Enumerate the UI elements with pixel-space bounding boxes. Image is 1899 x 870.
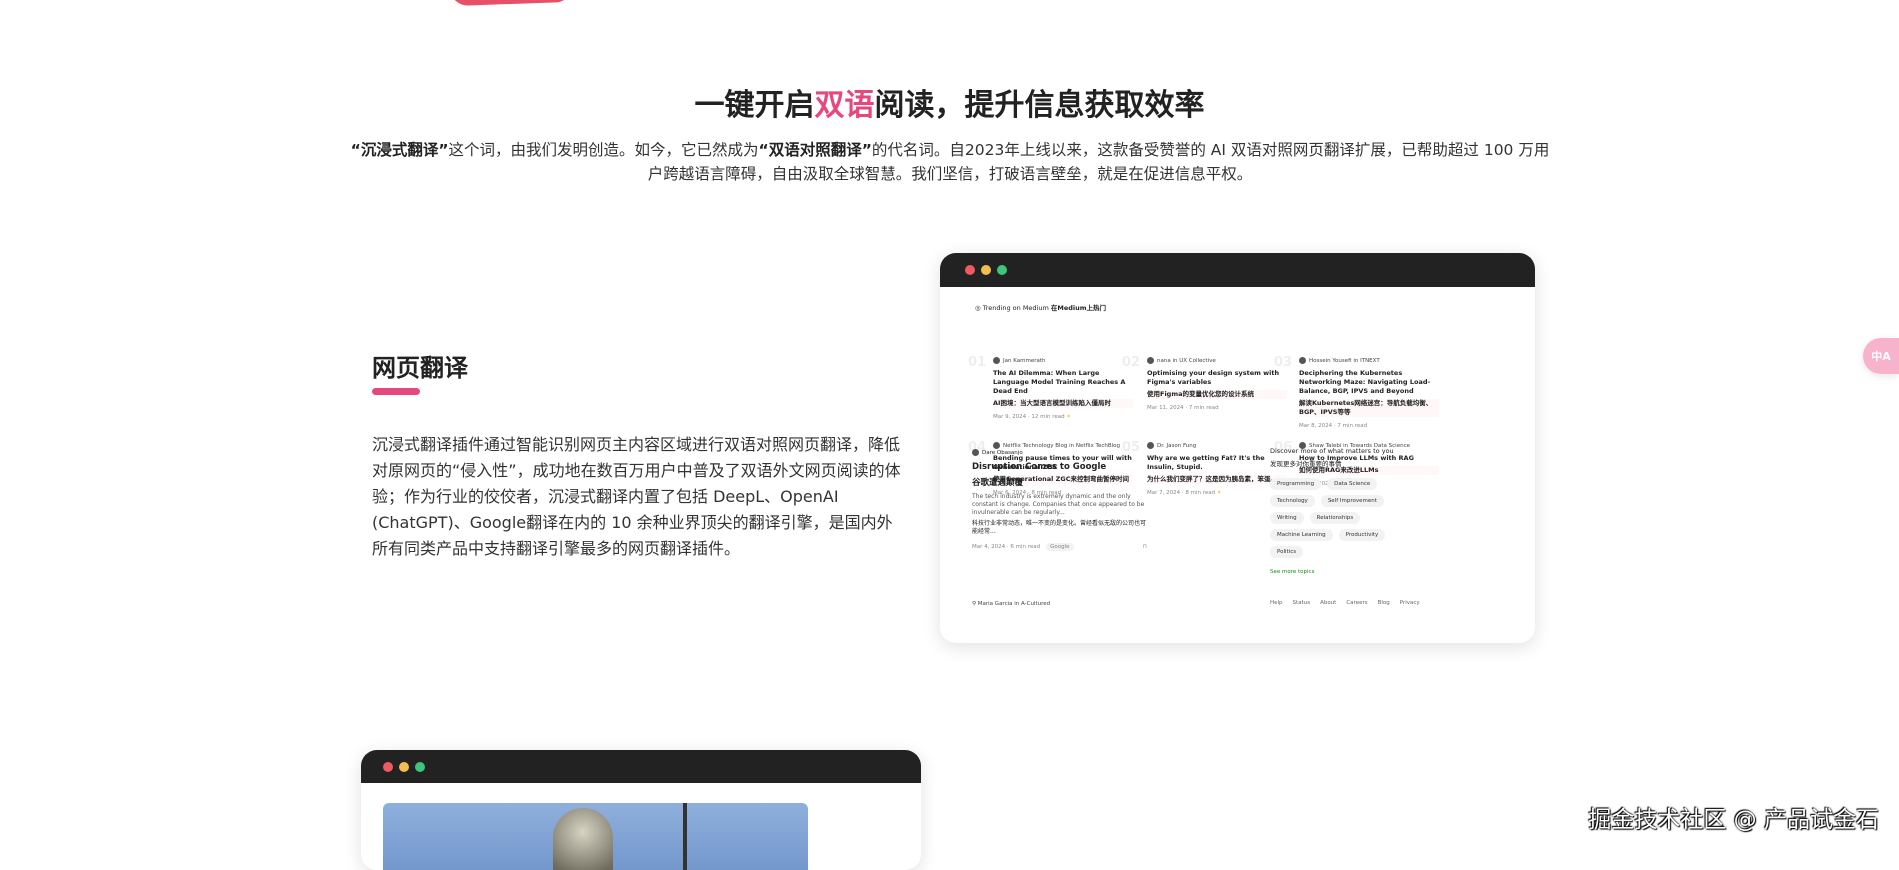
article-author: Netflix Technology Blog in Netflix TechB…	[993, 442, 1133, 449]
topic-chip[interactable]: Programming	[1270, 478, 1322, 490]
browser-titlebar	[940, 253, 1535, 287]
bookmark-icon[interactable]: ⊓	[1143, 544, 1147, 550]
topic-chip[interactable]: Data Science	[1327, 478, 1378, 490]
article-author: Jan Kammerath	[993, 357, 1133, 364]
article-title-zh: 为什么我们变胖了？这是因为胰岛素，笨蛋。	[1147, 475, 1287, 484]
top-decoration	[449, 0, 571, 7]
article-meta: Mar 7, 2024 · 8 min read ✦	[1147, 490, 1222, 496]
rank-number: 01	[968, 355, 987, 370]
article-author: Dr. Jason Fung	[1147, 442, 1287, 449]
discover-panel: Discover more of what matters to you 发现更…	[1270, 447, 1420, 575]
feature-title[interactable]: Disruption Comes to Google	[972, 462, 1147, 472]
footer-link[interactable]: About	[1320, 600, 1336, 606]
feature-meta: Mar 4, 2024 · 6 min read	[972, 544, 1041, 550]
footer-link[interactable]: Help	[1270, 600, 1283, 606]
translate-float-button[interactable]: 中A	[1863, 338, 1899, 374]
maximize-dot-icon	[997, 265, 1007, 275]
close-dot-icon	[383, 761, 393, 772]
section-description: 沉浸式翻译插件通过智能识别网页主内容区域进行双语对照网页翻译，降低对原网页的“侵…	[372, 435, 901, 558]
article-title-zh: 使用Figma的变量优化您的设计系统	[1147, 390, 1287, 399]
maximize-dot-icon	[415, 761, 425, 772]
article-meta: Mar 11, 2024 · 7 min read	[1147, 405, 1219, 411]
hero-title: 一键开启双语阅读，提升信息获取效率	[694, 88, 1205, 123]
close-dot-icon	[965, 265, 975, 275]
topic-chip[interactable]: Machine Learning	[1270, 529, 1333, 541]
article-title[interactable]: Deciphering the Kubernetes Networking Ma…	[1299, 369, 1439, 396]
discover-title: Discover more of what matters to you	[1270, 447, 1394, 455]
topic-chip[interactable]: Relationships	[1309, 512, 1361, 524]
feature-article[interactable]: Dare Obasanjo Disruption Comes to Google…	[972, 449, 1147, 551]
medium-page: ◎ Trending on Medium 在Medium上热门 01 Jan K…	[940, 287, 1535, 643]
footer-link[interactable]: Blog	[1378, 600, 1390, 606]
browser-mockup: ◎ Trending on Medium 在Medium上热门 01 Jan K…	[940, 253, 1535, 643]
article-title-zh: 解读Kubernetes网络迷宫：导航负载均衡、BGP、IPVS等等	[1299, 399, 1439, 417]
next-article-author: ⚲ Maria Garcia in A-Cultured	[972, 601, 1051, 607]
avatar	[1147, 442, 1154, 449]
article-meta: Mar 9, 2024 · 12 min read ✦	[993, 414, 1071, 420]
article-card[interactable]: 05 Dr. Jason Fung Why are we getting Fat…	[1122, 440, 1287, 496]
article-author: nana in UX Collective	[1147, 357, 1287, 364]
rank-number: 02	[1122, 355, 1141, 370]
topic-chip[interactable]: Writing	[1270, 512, 1304, 524]
watermark: 掘金技术社区 @ 产品试金石	[1588, 807, 1879, 833]
statue-image	[383, 803, 808, 870]
footer-link[interactable]: Careers	[1346, 600, 1367, 606]
feature-excerpt-zh: 科技行业非常动态，唯一不变的是变化。曾经看似无敌的公司也可能经常...	[972, 520, 1147, 535]
article-meta: Mar 8, 2024 · 7 min read	[1299, 423, 1368, 429]
article-card[interactable]: 03 Hossein Yousefi in ITNEXT Deciphering…	[1274, 355, 1439, 429]
article-title[interactable]: Optimising your design system with Figma…	[1147, 369, 1287, 387]
topic-chip[interactable]: Productivity	[1338, 529, 1386, 541]
article-card[interactable]: 01 Jan Kammerath The AI Dilemma: When La…	[968, 355, 1133, 420]
topic-chip[interactable]: Politics	[1270, 546, 1304, 558]
avatar	[993, 442, 1000, 449]
discover-title-zh: 发现更多对你重要的事情	[1270, 460, 1342, 468]
article-title[interactable]: Why are we getting Fat? It's the Insulin…	[1147, 454, 1287, 472]
avatar	[1147, 357, 1154, 364]
topic-chip[interactable]: Self Improvement	[1320, 495, 1384, 507]
hero-title-highlight: 双语	[814, 88, 875, 123]
section-title: 网页翻译	[372, 354, 468, 382]
article-card[interactable]: 02 nana in UX Collective Optimising your…	[1122, 355, 1287, 411]
browser-mockup-2	[361, 750, 921, 870]
minimize-dot-icon	[399, 761, 409, 772]
tag-chip[interactable]: Google	[1046, 543, 1074, 551]
rank-number: 03	[1274, 355, 1293, 370]
trending-header: ◎ Trending on Medium 在Medium上热门	[975, 304, 1107, 312]
section-accent-bar	[372, 388, 420, 395]
feature-excerpt: The tech industry is extremely dynamic a…	[972, 493, 1145, 516]
browser-titlebar	[361, 750, 921, 783]
topic-chip[interactable]: Technology	[1270, 495, 1315, 507]
minimize-dot-icon	[981, 265, 991, 275]
feature-title-zh: 谷歌遭遇颠覆	[972, 478, 1024, 488]
article-author: Hossein Yousefi in ITNEXT	[1299, 357, 1439, 364]
star-icon: ✦	[1216, 490, 1222, 496]
article-title-zh: AI困境：当大型语言模型训练陷入僵局时	[993, 399, 1133, 408]
footer-link[interactable]: Status	[1293, 600, 1311, 606]
see-more-topics-link[interactable]: See more topics	[1270, 569, 1420, 575]
hero-intro: “沉浸式翻译”这个词，由我们发明创造。如今，它已然成为“双语对照翻译”的代名词。…	[350, 141, 1550, 183]
avatar	[972, 449, 979, 456]
star-icon: ✦	[1066, 414, 1071, 420]
avatar	[993, 357, 1000, 364]
footer-links: Help Status About Careers Blog Privacy	[1270, 600, 1420, 606]
avatar	[1299, 357, 1306, 364]
article-title[interactable]: The AI Dilemma: When Large Language Mode…	[993, 369, 1133, 396]
footer-link[interactable]: Privacy	[1400, 600, 1420, 606]
